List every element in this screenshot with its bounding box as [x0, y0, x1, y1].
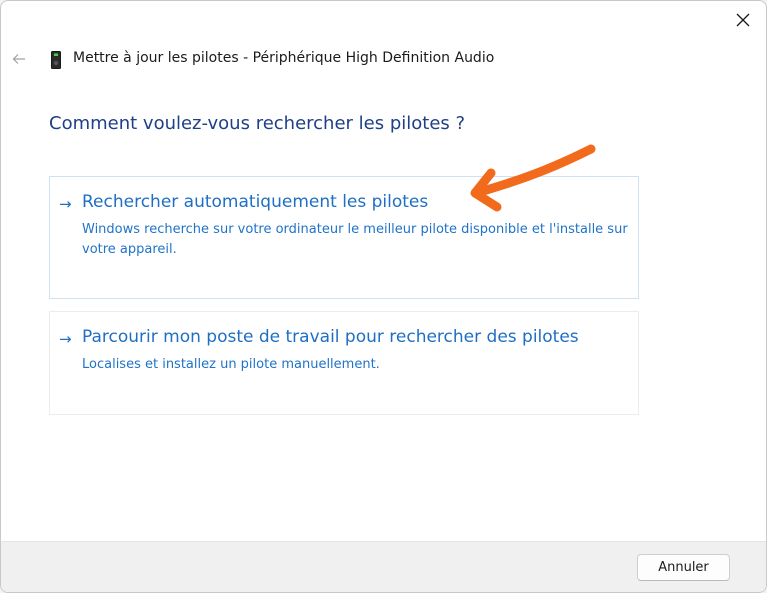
- cancel-button[interactable]: Annuler: [637, 554, 730, 581]
- dialog-footer: Annuler: [1, 541, 766, 592]
- option-title: Rechercher automatiquement les pilotes: [82, 192, 429, 212]
- back-button[interactable]: [9, 49, 29, 69]
- dialog-header: Mettre à jour les pilotes - Périphérique…: [1, 39, 766, 79]
- arrow-left-icon: [12, 54, 25, 64]
- browse-computer-option[interactable]: → Parcourir mon poste de travail pour re…: [49, 311, 639, 415]
- arrow-right-icon: →: [59, 195, 72, 213]
- search-automatically-option[interactable]: → Rechercher automatiquement les pilotes…: [49, 176, 639, 299]
- close-button[interactable]: [720, 1, 766, 39]
- dialog-title: Mettre à jour les pilotes - Périphérique…: [73, 50, 495, 66]
- speaker-device-icon: [51, 51, 61, 69]
- close-icon: [736, 13, 750, 27]
- option-title: Parcourir mon poste de travail pour rech…: [82, 327, 579, 347]
- arrow-right-icon: →: [59, 330, 72, 348]
- dialog-window: Mettre à jour les pilotes - Périphérique…: [0, 0, 767, 593]
- page-heading: Comment voulez-vous rechercher les pilot…: [49, 113, 466, 134]
- option-description: Localises et installez un pilote manuell…: [82, 357, 380, 372]
- option-description: Windows recherche sur votre ordinateur l…: [82, 222, 628, 257]
